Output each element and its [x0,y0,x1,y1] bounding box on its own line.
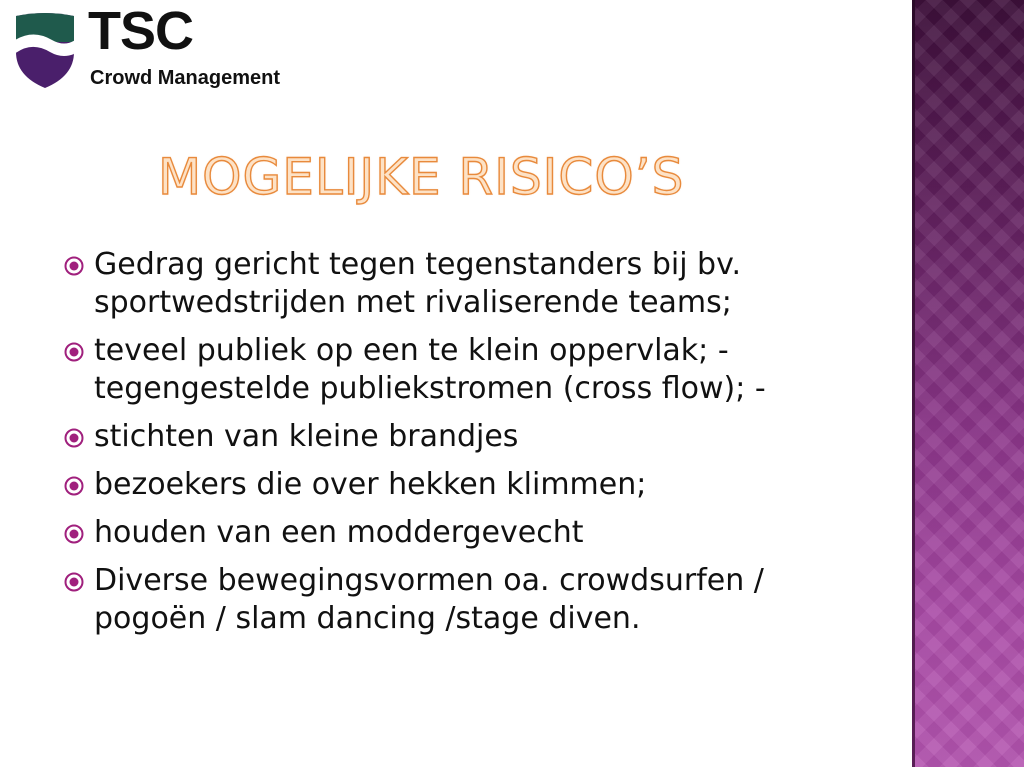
bullet-text: houden van een moddergevecht [94,515,584,550]
target-bullet-icon [64,524,84,544]
list-item: stichten van kleine brandjes [62,418,892,456]
target-bullet-icon [64,572,84,592]
decorative-side-panel [912,0,1024,767]
logo-name: TSC [88,1,194,61]
target-bullet-icon [64,428,84,448]
bullet-text: Diverse bewegingsvormen oa. crowdsurfen … [94,563,764,636]
target-bullet-icon [64,256,84,276]
list-item: Diverse bewegingsvormen oa. crowdsurfen … [62,562,892,638]
slide-title: MOGELIJKE RISICO’S [157,148,685,206]
logo-subtitle: Crowd Management [90,67,281,89]
target-bullet-icon [64,476,84,496]
list-item: teveel publiek op een te klein oppervlak… [62,332,892,408]
bullet-list: Gedrag gericht tegen tegenstanders bij b… [62,246,892,648]
list-item: bezoekers die over hekken klimmen; [62,466,892,504]
slide: TSC Crowd Management MOGELIJKE RISICO’S … [0,0,1024,767]
target-bullet-icon [64,342,84,362]
bullet-text: Gedrag gericht tegen tegenstanders bij b… [94,247,742,320]
company-logo: TSC Crowd Management [12,4,322,100]
bullet-text: stichten van kleine brandjes [94,419,519,454]
list-item: Gedrag gericht tegen tegenstanders bij b… [62,246,892,322]
bullet-text: teveel publiek op een te klein oppervlak… [94,333,766,406]
list-item: houden van een moddergevecht [62,514,892,552]
shield-logo-icon [16,13,74,88]
bullet-text: bezoekers die over hekken klimmen; [94,467,647,502]
